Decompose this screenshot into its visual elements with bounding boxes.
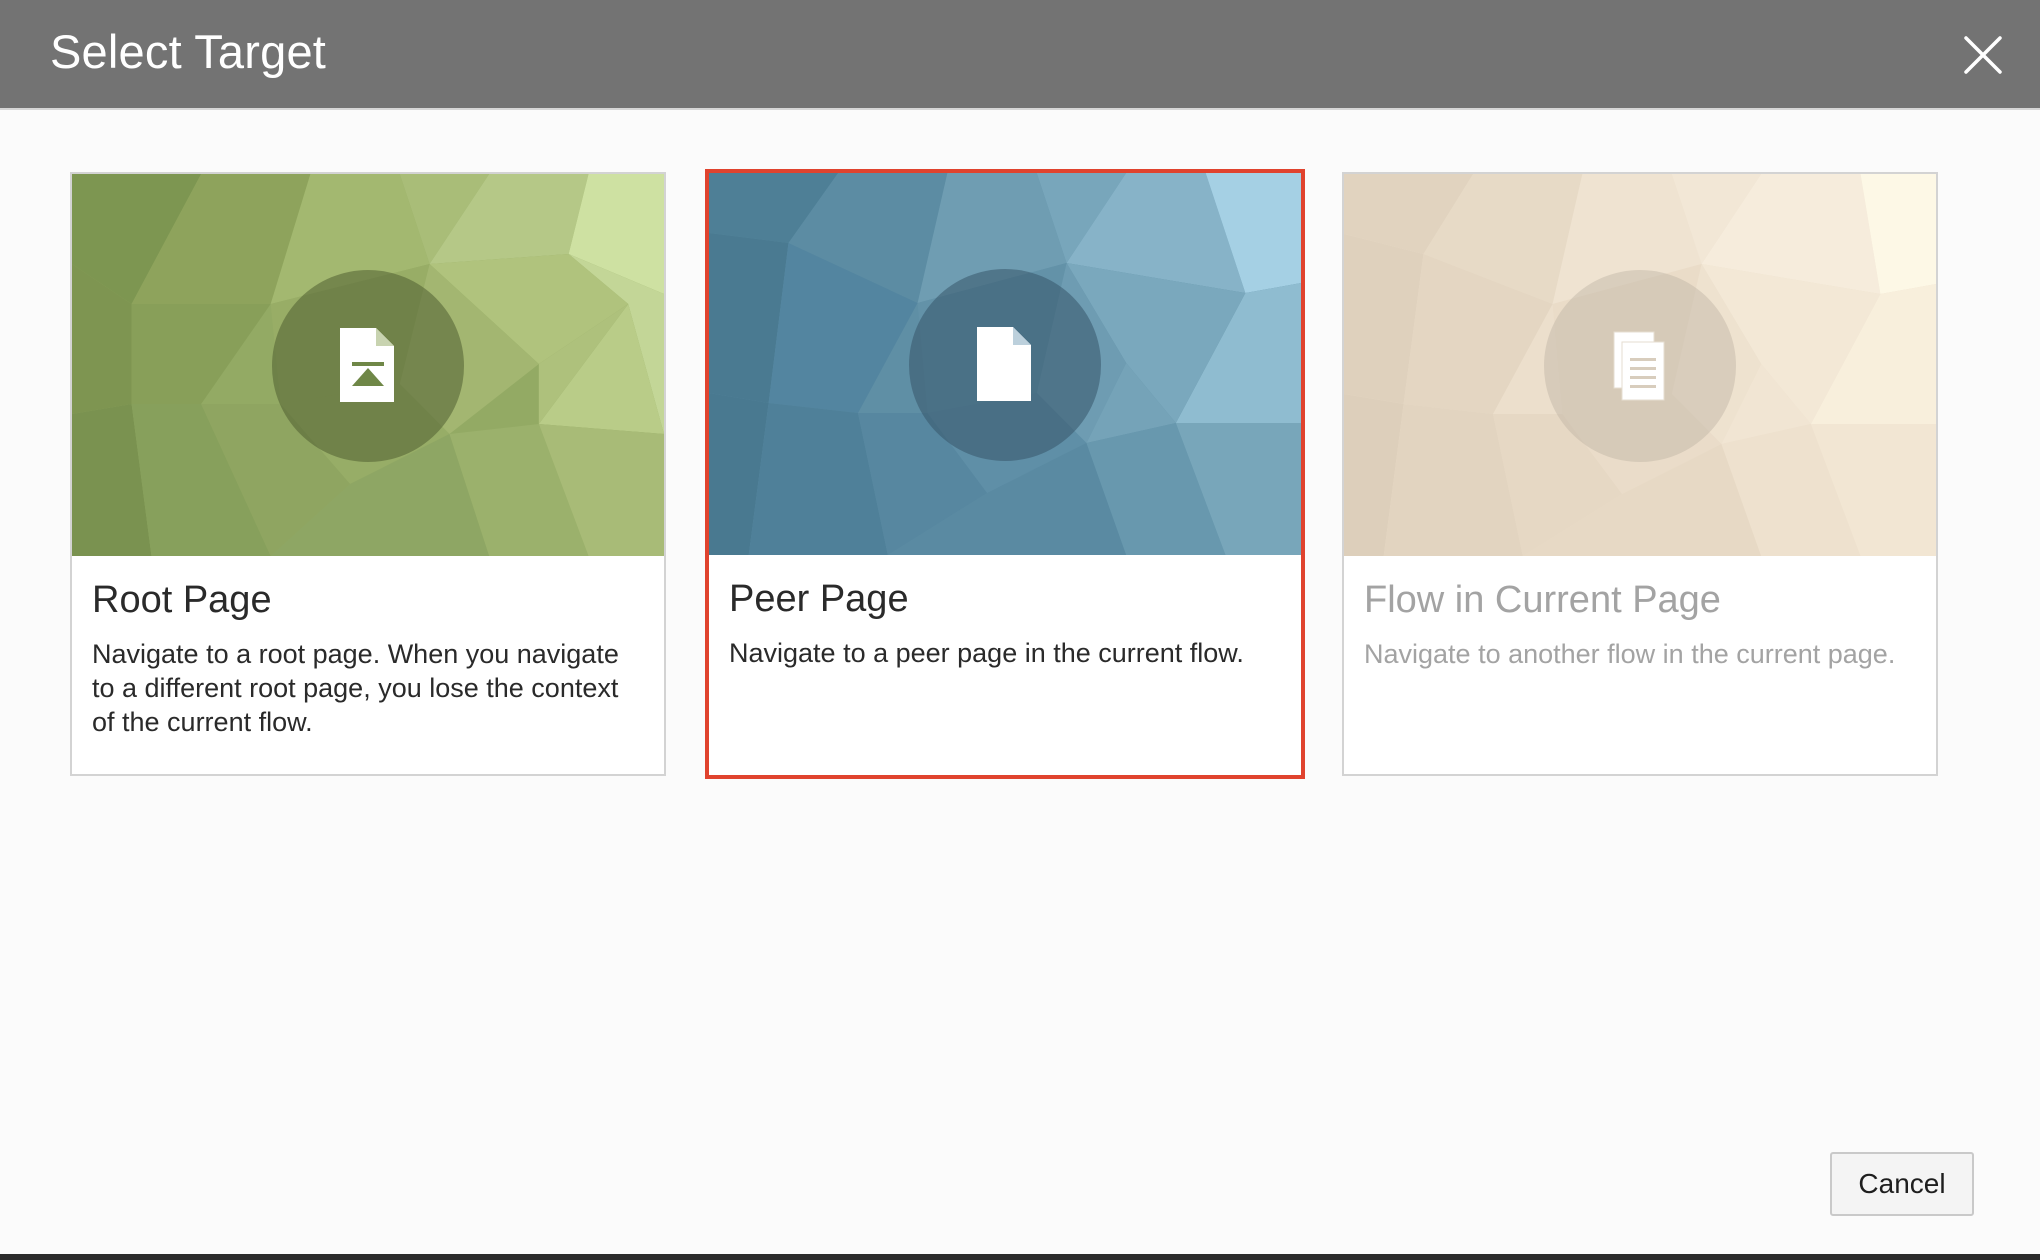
flow-pages-icon-circle xyxy=(1544,270,1736,462)
card-title: Root Page xyxy=(92,579,272,621)
card-peer-page[interactable]: Peer Page Navigate to a peer page in the… xyxy=(705,169,1305,779)
window-bottom-edge xyxy=(0,1254,2040,1260)
peer-page-icon-circle xyxy=(909,269,1101,461)
card-title: Peer Page xyxy=(729,578,909,620)
cancel-button[interactable]: Cancel xyxy=(1830,1152,1974,1216)
card-description: Navigate to a peer page in the current f… xyxy=(729,638,1244,668)
root-page-icon-circle xyxy=(272,270,464,462)
peer-page-icon xyxy=(977,327,1031,401)
card-title: Flow in Current Page xyxy=(1364,579,1721,621)
card-flow-in-current-page: Flow in Current Page Navigate to another… xyxy=(1342,172,1938,776)
root-page-icon xyxy=(340,328,394,402)
dialog-header: Select Target xyxy=(0,0,2040,110)
close-button[interactable] xyxy=(1958,30,2008,80)
card-root-page[interactable]: Root Page Navigate to a root page. When … xyxy=(70,172,666,776)
select-target-dialog: Select Target Root Page Navigate to a ro… xyxy=(0,0,2040,1256)
close-icon xyxy=(1964,36,2002,74)
card-description: Navigate to another flow in the current … xyxy=(1364,639,1896,669)
card-peer-page-image xyxy=(709,173,1301,555)
dialog-title: Select Target xyxy=(50,25,327,78)
card-root-page-image xyxy=(72,174,664,556)
card-description: Navigate to a root page. When you naviga… xyxy=(92,639,619,737)
flow-pages-icon xyxy=(1613,331,1665,401)
card-flow-image xyxy=(1344,174,1936,556)
